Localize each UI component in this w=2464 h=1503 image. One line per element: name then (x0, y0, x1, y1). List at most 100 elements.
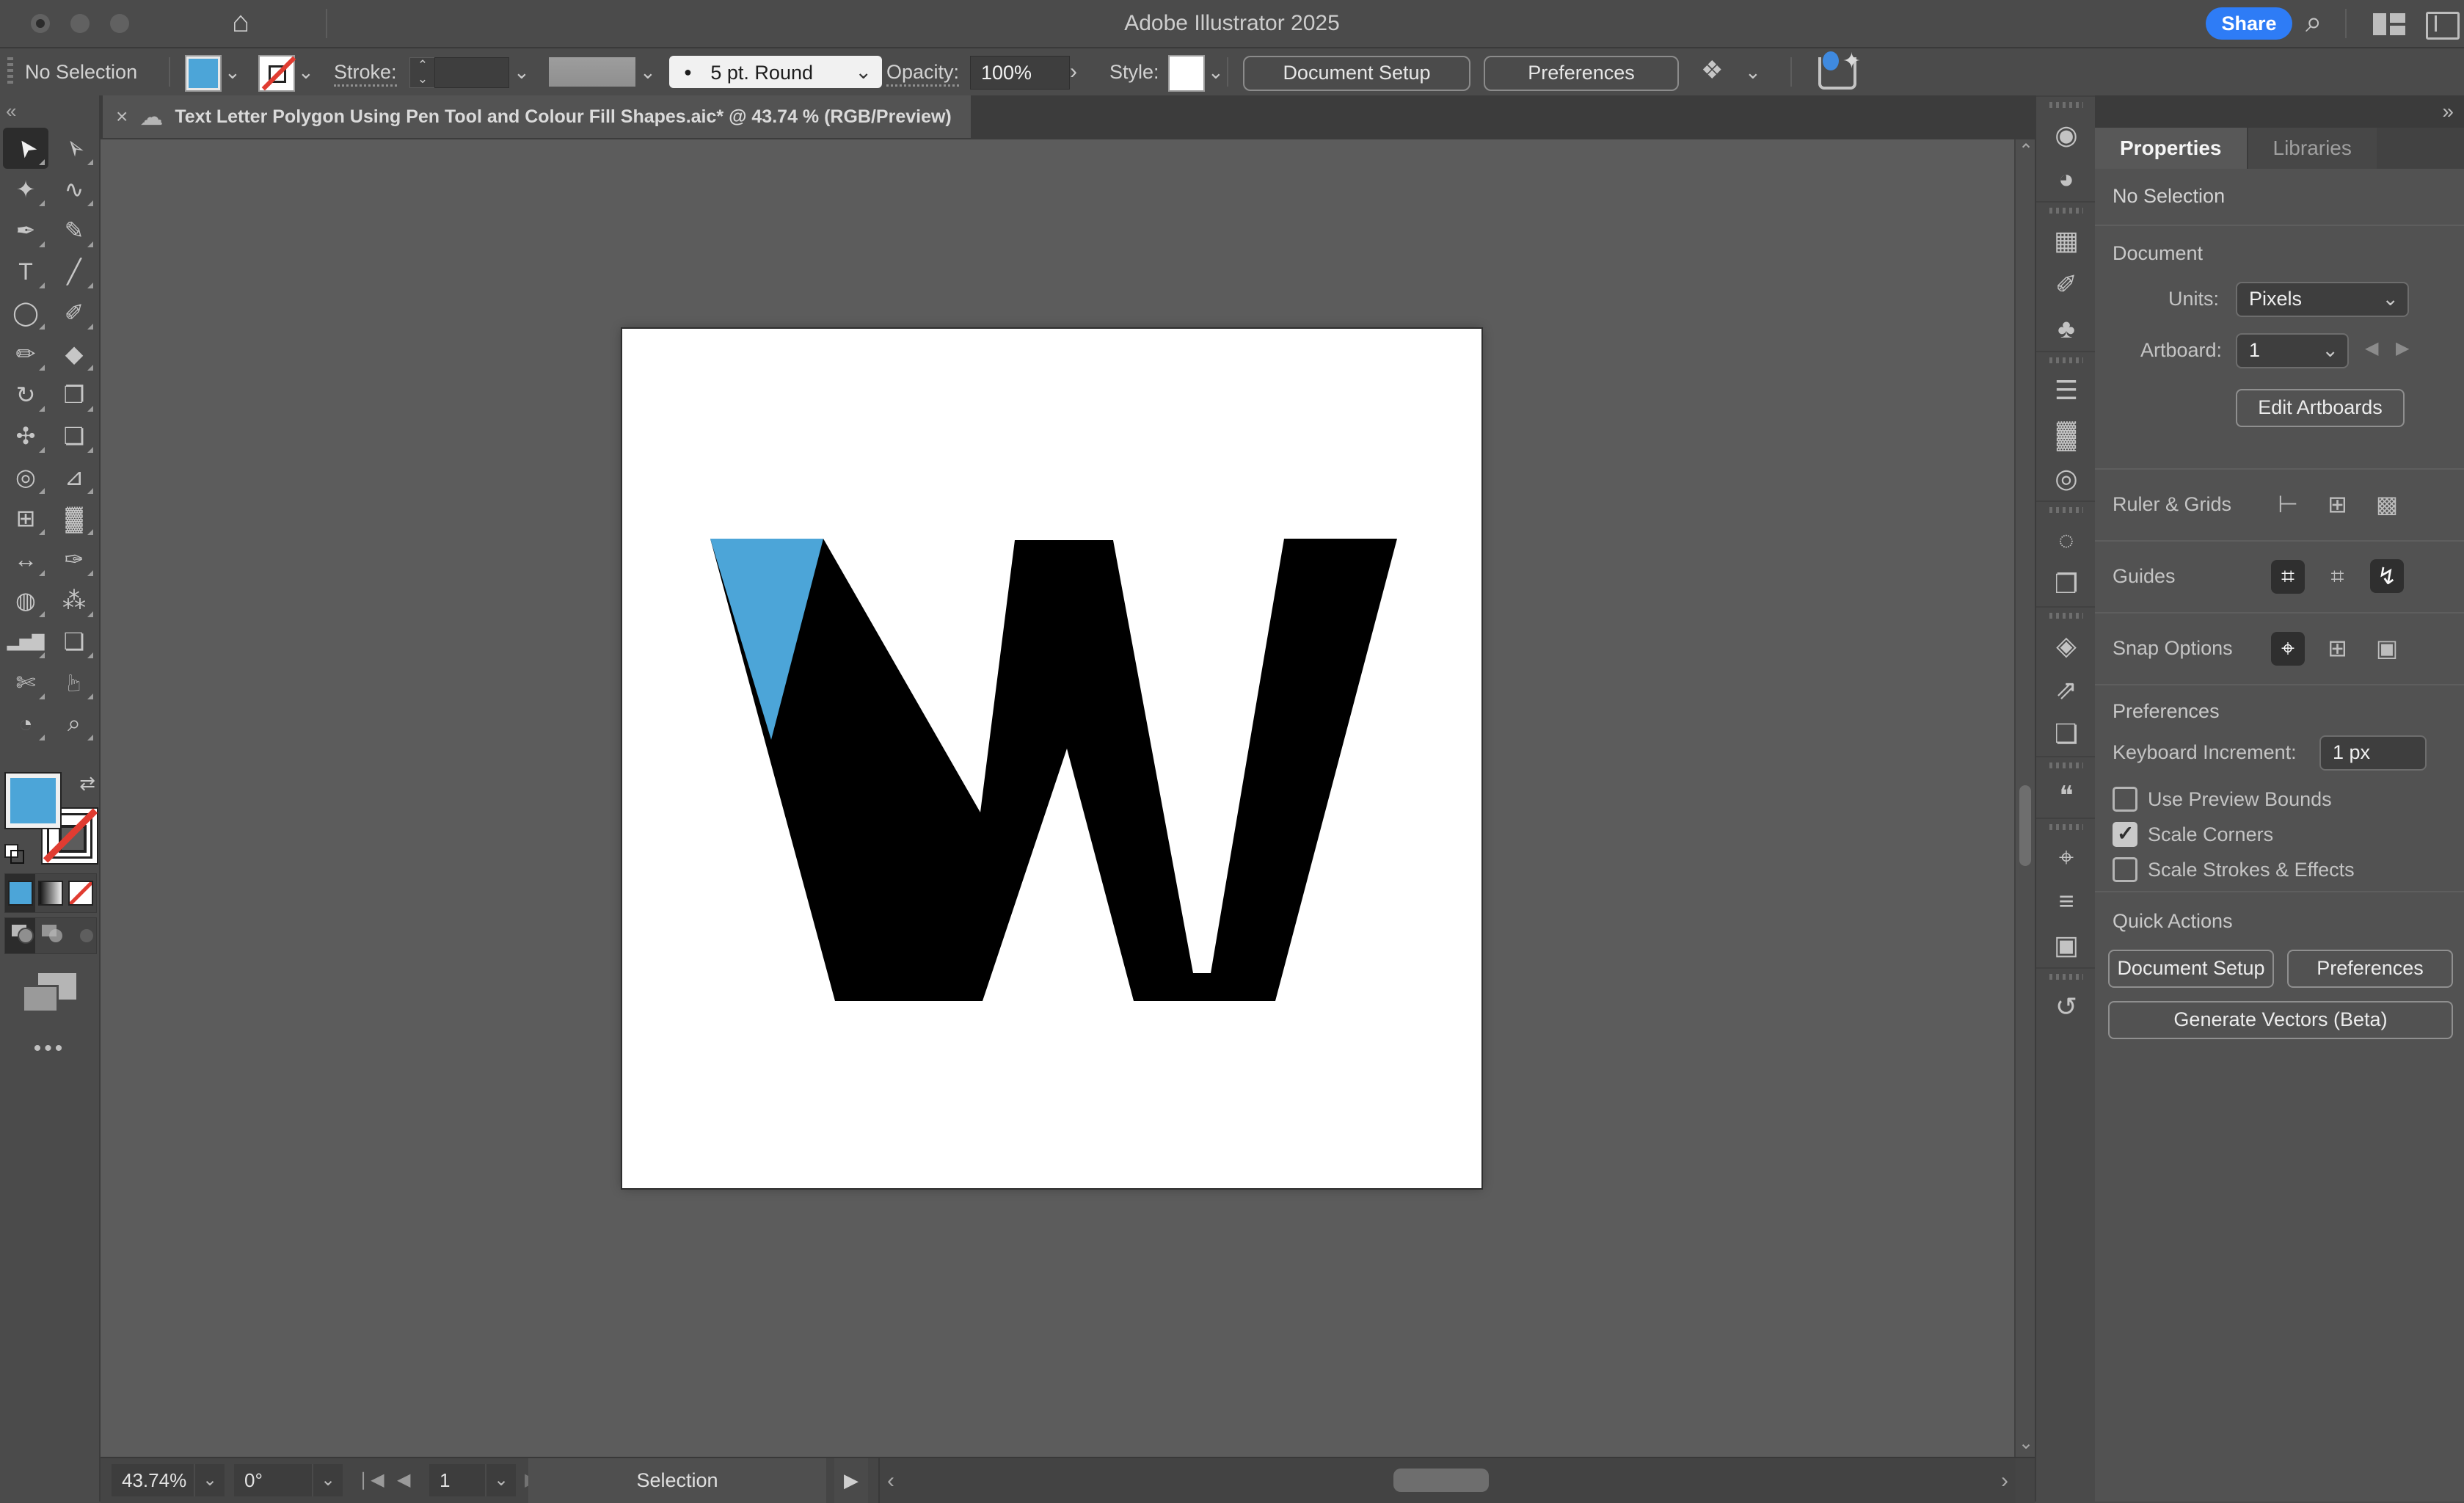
snap-point-icon[interactable]: ⌖ (2271, 632, 2305, 666)
paintbrush-tool[interactable]: ✐ (51, 292, 97, 333)
puppet-warp-tool[interactable]: ✣ (3, 415, 48, 456)
fill-indicator[interactable] (6, 774, 60, 828)
hand-tool[interactable]: ☟ (51, 662, 97, 703)
transparency-panel-icon[interactable]: ◎ (2036, 456, 2096, 501)
screen-mode-button[interactable] (22, 973, 78, 1014)
lock-guides-icon[interactable]: ⌗ (2321, 560, 2355, 594)
panel-layout-icon[interactable] (2426, 12, 2460, 40)
scroll-up-icon[interactable]: ⌃ (2019, 142, 2033, 160)
brushes-panel-icon[interactable]: ✐ (2036, 263, 2096, 307)
symbol-sprayer-tool[interactable]: ⁂ (51, 580, 97, 621)
color-guide-panel-icon[interactable]: ◕ (2036, 157, 2096, 201)
knife-tool[interactable]: ✄ (3, 662, 48, 703)
artboard-number-field[interactable]: 1 (429, 1464, 494, 1496)
canvas[interactable] (101, 139, 2035, 1457)
zoom-level-chevron-icon[interactable]: ⌄ (194, 1464, 225, 1496)
color-button[interactable] (5, 874, 35, 912)
dock-group-handle[interactable] (2036, 606, 2096, 624)
scale-strokes-effects-checkbox[interactable] (2113, 857, 2137, 882)
smart-guides-icon[interactable]: ↯ (2370, 559, 2404, 593)
toolbar-collapse-icon[interactable]: « (6, 100, 16, 123)
scale-tool[interactable]: ❐ (51, 374, 97, 415)
zoom-tool[interactable]: ⌕ (51, 703, 97, 744)
tab-libraries[interactable]: Libraries (2247, 128, 2377, 169)
pen-tool[interactable]: ✒ (3, 210, 48, 251)
gradient-tool[interactable]: ▓ (51, 498, 97, 539)
curvature-tool[interactable]: ✎ (51, 210, 97, 251)
snap-options-chevron-icon[interactable]: ⌄ (1745, 48, 1761, 95)
swatches-panel-icon[interactable]: ▦ (2036, 219, 2096, 263)
direct-selection-tool[interactable]: ➣ (51, 128, 97, 169)
brush-preview[interactable] (549, 57, 635, 87)
appearance-panel-icon[interactable]: ◌ (2036, 518, 2096, 562)
align-panel-icon[interactable]: ≡ (2036, 879, 2096, 923)
workspace-switcher-icon[interactable] (2373, 13, 2405, 35)
opacity-field[interactable]: 100% (970, 56, 1070, 90)
line-segment-tool[interactable]: ╱ (51, 251, 97, 292)
shape-builder-tool[interactable]: ◎ (3, 456, 48, 498)
artboard-prev-icon[interactable]: ◀ (2365, 338, 2378, 359)
artboard-next-icon[interactable]: ▶ (2396, 338, 2409, 359)
grid-icon[interactable]: ⊞ (2321, 487, 2355, 521)
symbols-panel-icon[interactable]: ♣ (2036, 307, 2096, 351)
controlbar-grip[interactable] (7, 57, 13, 87)
artboard-tool[interactable]: ❏ (51, 621, 97, 662)
shaper-tool[interactable]: ✏ (3, 333, 48, 374)
layers-panel-icon[interactable]: ◈ (2036, 624, 2096, 668)
snap-grid-icon[interactable]: ⊞ (2321, 631, 2355, 665)
opacity-more-icon[interactable]: › (1070, 48, 1077, 95)
opacity-label[interactable]: Opacity: (886, 48, 959, 95)
units-dropdown[interactable]: Pixels ⌄ (2236, 282, 2409, 317)
tab-properties[interactable]: Properties (2095, 128, 2247, 169)
style-swatch[interactable] (1168, 55, 1205, 92)
swap-fill-stroke-icon[interactable]: ⇄ (79, 772, 95, 795)
dock-group-handle[interactable] (2036, 818, 2096, 835)
fill-color-swatch[interactable] (185, 55, 222, 92)
perspective-grid-tool[interactable]: ⊿ (51, 456, 97, 498)
panel-collapse-icon[interactable]: » (2442, 100, 2454, 123)
export-panel-icon[interactable]: ⇗ (2036, 668, 2096, 712)
preferences-button[interactable]: Preferences (1484, 56, 1679, 91)
edit-artboards-button[interactable]: Edit Artboards (2236, 389, 2405, 427)
stroke-width-stepper[interactable]: ⌃⌄ (409, 57, 436, 88)
rotate-view-tool[interactable]: ◔ (3, 703, 48, 744)
previous-artboard-icon[interactable]: ◀ (397, 1464, 410, 1496)
horizontal-scroll-thumb[interactable] (1393, 1469, 1489, 1492)
dock-group-handle[interactable] (2036, 501, 2096, 518)
tab-close-icon[interactable]: × (116, 105, 128, 128)
default-fill-stroke-icon[interactable] (4, 844, 23, 863)
edit-toolbar-button[interactable]: ••• (0, 1036, 99, 1061)
share-button[interactable]: Share (2206, 7, 2292, 40)
qa-document-setup-button[interactable]: Document Setup (2108, 950, 2274, 988)
gradient-panel-icon[interactable]: ▓ (2036, 412, 2096, 456)
gradient-button[interactable] (35, 874, 65, 912)
draw-behind-button[interactable] (35, 918, 65, 953)
stroke-width-chevron-icon[interactable]: ⌄ (514, 48, 530, 95)
ruler-icon[interactable]: ⊢ (2271, 487, 2305, 521)
history-panel-icon[interactable]: ↺ (2036, 985, 2096, 1029)
dock-group-handle[interactable] (2036, 201, 2096, 219)
eyedropper-tool[interactable]: ✑ (51, 539, 97, 580)
dock-group-handle[interactable] (2036, 95, 2096, 113)
draw-normal-button[interactable] (5, 918, 35, 953)
scroll-left-icon[interactable]: ‹ (887, 1458, 894, 1503)
width-tool[interactable]: ↔ (3, 539, 48, 580)
generate-vectors-button[interactable]: Generate Vectors (Beta) (2108, 1001, 2453, 1039)
artboard-dropdown[interactable]: 1 ⌄ (2236, 333, 2349, 368)
eraser-tool[interactable]: ◆ (51, 333, 97, 374)
stroke-panel-icon[interactable]: ☰ (2036, 368, 2096, 412)
scroll-right-icon[interactable]: › (2001, 1458, 2008, 1503)
rotate-tool[interactable]: ↻ (3, 374, 48, 415)
generative-ai-icon[interactable]: ✦ (1818, 57, 1856, 90)
dock-group-handle[interactable] (2036, 756, 2096, 774)
dock-group-handle[interactable] (2036, 967, 2096, 985)
stroke-color-swatch[interactable] (258, 55, 295, 92)
stroke-color-chevron-icon[interactable]: ⌄ (298, 48, 314, 95)
show-guides-icon[interactable]: ⌗ (2271, 560, 2305, 594)
brush-chevron-icon[interactable]: ⌄ (640, 48, 656, 95)
ellipse-tool[interactable]: ◯ (3, 292, 48, 333)
w-shape[interactable] (710, 539, 1397, 1001)
mesh-tool[interactable]: ⊞ (3, 498, 48, 539)
qa-preferences-button[interactable]: Preferences (2287, 950, 2453, 988)
document-setup-button[interactable]: Document Setup (1243, 56, 1470, 91)
